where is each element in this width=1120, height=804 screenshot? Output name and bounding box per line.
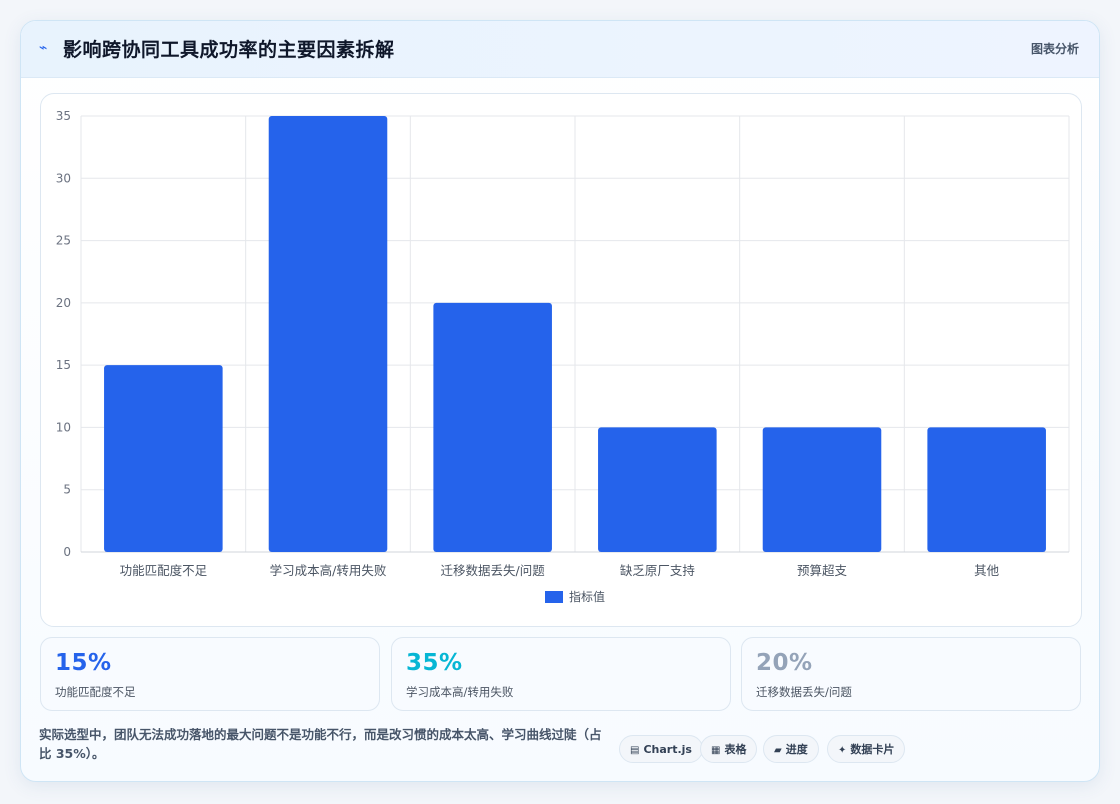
stat-card-3: 20% 迁移数据丢失/问题 xyxy=(741,637,1081,711)
bar xyxy=(598,427,717,552)
bar-chart: 0 5 10 15 20 25 30 35 功能匹配度不足 学习成本高/转用失败 迁移数据丢失/问题… xyxy=(56,109,1070,604)
stat-card-2: 35% 学习成本高/转用失败 xyxy=(391,637,731,711)
stat-label: 迁移数据丢失/问题 xyxy=(756,685,852,699)
table-icon: ▦ xyxy=(711,745,721,756)
chip-table[interactable]: ▦ 表格 xyxy=(700,735,758,763)
page-title: 影响跨协同工具成功率的主要因素拆解 xyxy=(63,39,395,61)
chip-label: 进度 xyxy=(785,743,808,756)
x-tick-label: 学习成本高/转用失败 xyxy=(270,563,387,578)
y-tick-label: 35 xyxy=(56,109,71,123)
y-tick-label: 30 xyxy=(56,171,71,185)
x-tick-label: 预算超支 xyxy=(797,563,848,578)
x-tick-label: 迁移数据丢失/问题 xyxy=(441,563,546,578)
stat-value: 20% xyxy=(756,650,813,676)
sparkle-icon: ✦ xyxy=(838,745,847,756)
y-tick-label: 25 xyxy=(56,234,71,248)
x-tick-label: 其他 xyxy=(974,563,1000,578)
y-tick-label: 10 xyxy=(56,420,71,434)
stat-label: 功能匹配度不足 xyxy=(55,685,136,699)
progress-icon: ▰ xyxy=(774,745,782,756)
y-tick-label: 0 xyxy=(63,545,71,559)
bar xyxy=(104,365,223,552)
chip-data-card[interactable]: ✦ 数据卡片 xyxy=(827,735,906,763)
chip-label: Chart.js xyxy=(643,743,692,756)
chart-panel: 0 5 10 15 20 25 30 35 功能匹配度不足 学习成本高/转用失败 迁移数据丢失/问题… xyxy=(40,93,1082,627)
y-tick-label: 20 xyxy=(56,296,71,310)
legend-swatch xyxy=(545,591,563,603)
chart-card: ⌁ 影响跨协同工具成功率的主要因素拆解 图表分析 0 5 10 15 20 25 30 35 功… xyxy=(20,20,1100,782)
x-tick-label: 缺乏原厂支持 xyxy=(620,563,695,578)
bar xyxy=(927,427,1046,552)
chart-icon: ▤ xyxy=(630,745,640,756)
legend-label: 指标值 xyxy=(569,589,605,604)
chip-label: 数据卡片 xyxy=(850,743,895,756)
stat-label: 学习成本高/转用失败 xyxy=(406,685,514,699)
card-header: ⌁ 影响跨协同工具成功率的主要因素拆解 图表分析 xyxy=(21,21,1099,78)
chip-label: 表格 xyxy=(724,743,747,756)
trend-icon: ⌁ xyxy=(39,40,48,56)
x-tick-label: 功能匹配度不足 xyxy=(120,563,208,578)
chip-chartjs[interactable]: ▤ Chart.js xyxy=(619,735,703,763)
summary-text: 实际选型中，团队无法成功落地的最大问题不是功能不行，而是改习惯的成本太高、学习曲… xyxy=(39,727,602,761)
stat-card-1: 15% 功能匹配度不足 xyxy=(40,637,380,711)
bar xyxy=(433,302,552,552)
chip-progress[interactable]: ▰ 进度 xyxy=(763,735,819,763)
stat-value: 35% xyxy=(406,650,463,676)
bar xyxy=(268,116,388,552)
bar xyxy=(762,427,882,552)
chart-analysis-link[interactable]: 图表分析 xyxy=(1031,40,1079,57)
y-tick-label: 15 xyxy=(56,358,71,372)
y-tick-label: 5 xyxy=(63,483,71,497)
stat-value: 15% xyxy=(55,650,112,676)
